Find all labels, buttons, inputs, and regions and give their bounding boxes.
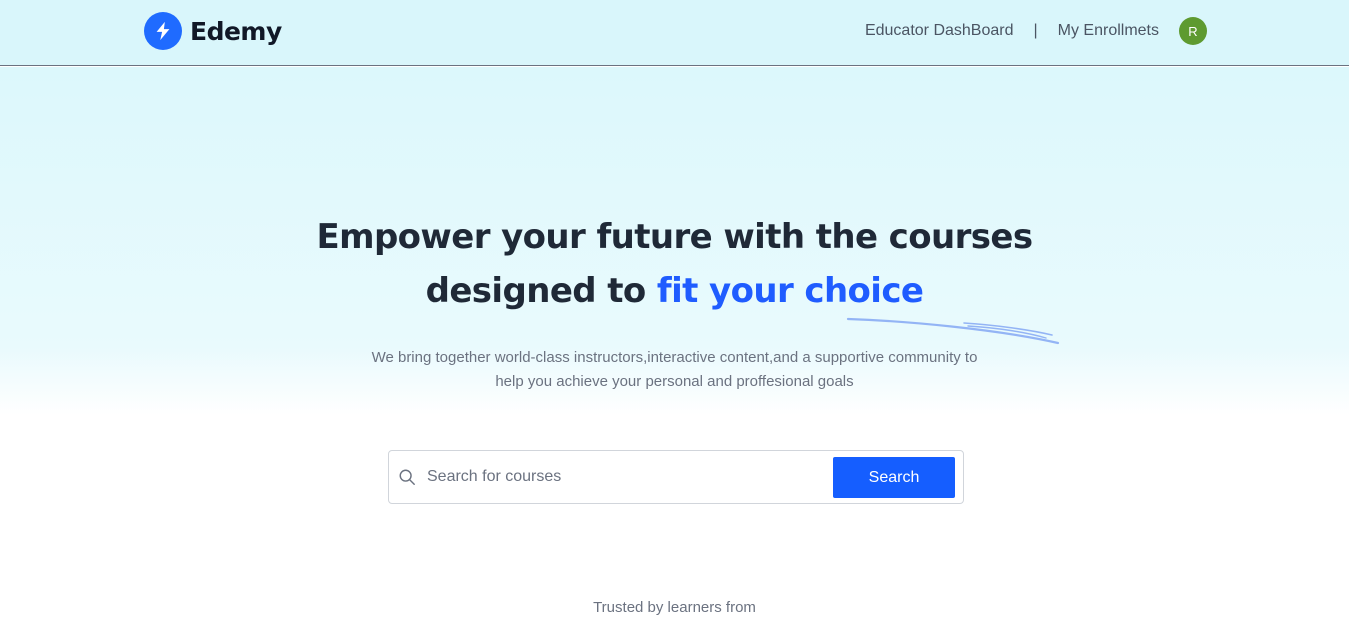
hero-section: Empower your future with the courses des… — [0, 67, 1349, 628]
user-avatar[interactable]: R — [1179, 17, 1207, 45]
search-icon — [398, 468, 416, 491]
lightning-bolt-icon — [144, 12, 182, 50]
brand-name: Edemy — [190, 16, 282, 46]
nav-separator: | — [1033, 22, 1038, 39]
nav-links: Educator DashBoard | My Enrollmets R — [865, 16, 1207, 46]
hero-headline-line2: designed to fit your choice — [0, 271, 1349, 311]
underline-scribble-icon — [846, 317, 1060, 345]
hero-subtext-line1: We bring together world-class instructor… — [371, 349, 978, 366]
my-enrollments-link[interactable]: My Enrollmets — [1058, 22, 1159, 40]
course-search-bar: Search — [388, 450, 964, 504]
educator-dashboard-link[interactable]: Educator DashBoard — [865, 22, 1014, 40]
hero-headline-prefix: designed to — [425, 271, 647, 311]
hero-headline-line1: Empower your future with the courses — [316, 217, 1033, 257]
brand-logo[interactable]: Edemy — [144, 12, 282, 50]
top-navbar: Edemy Educator DashBoard | My Enrollmets… — [0, 0, 1349, 66]
search-input[interactable] — [427, 459, 827, 495]
hero-subtext-line2: help you achieve your personal and proff… — [495, 373, 854, 390]
search-button[interactable]: Search — [833, 457, 955, 498]
trusted-by-label: Trusted by learners from — [593, 599, 756, 616]
hero-headline-accent: fit your choice — [656, 271, 924, 311]
